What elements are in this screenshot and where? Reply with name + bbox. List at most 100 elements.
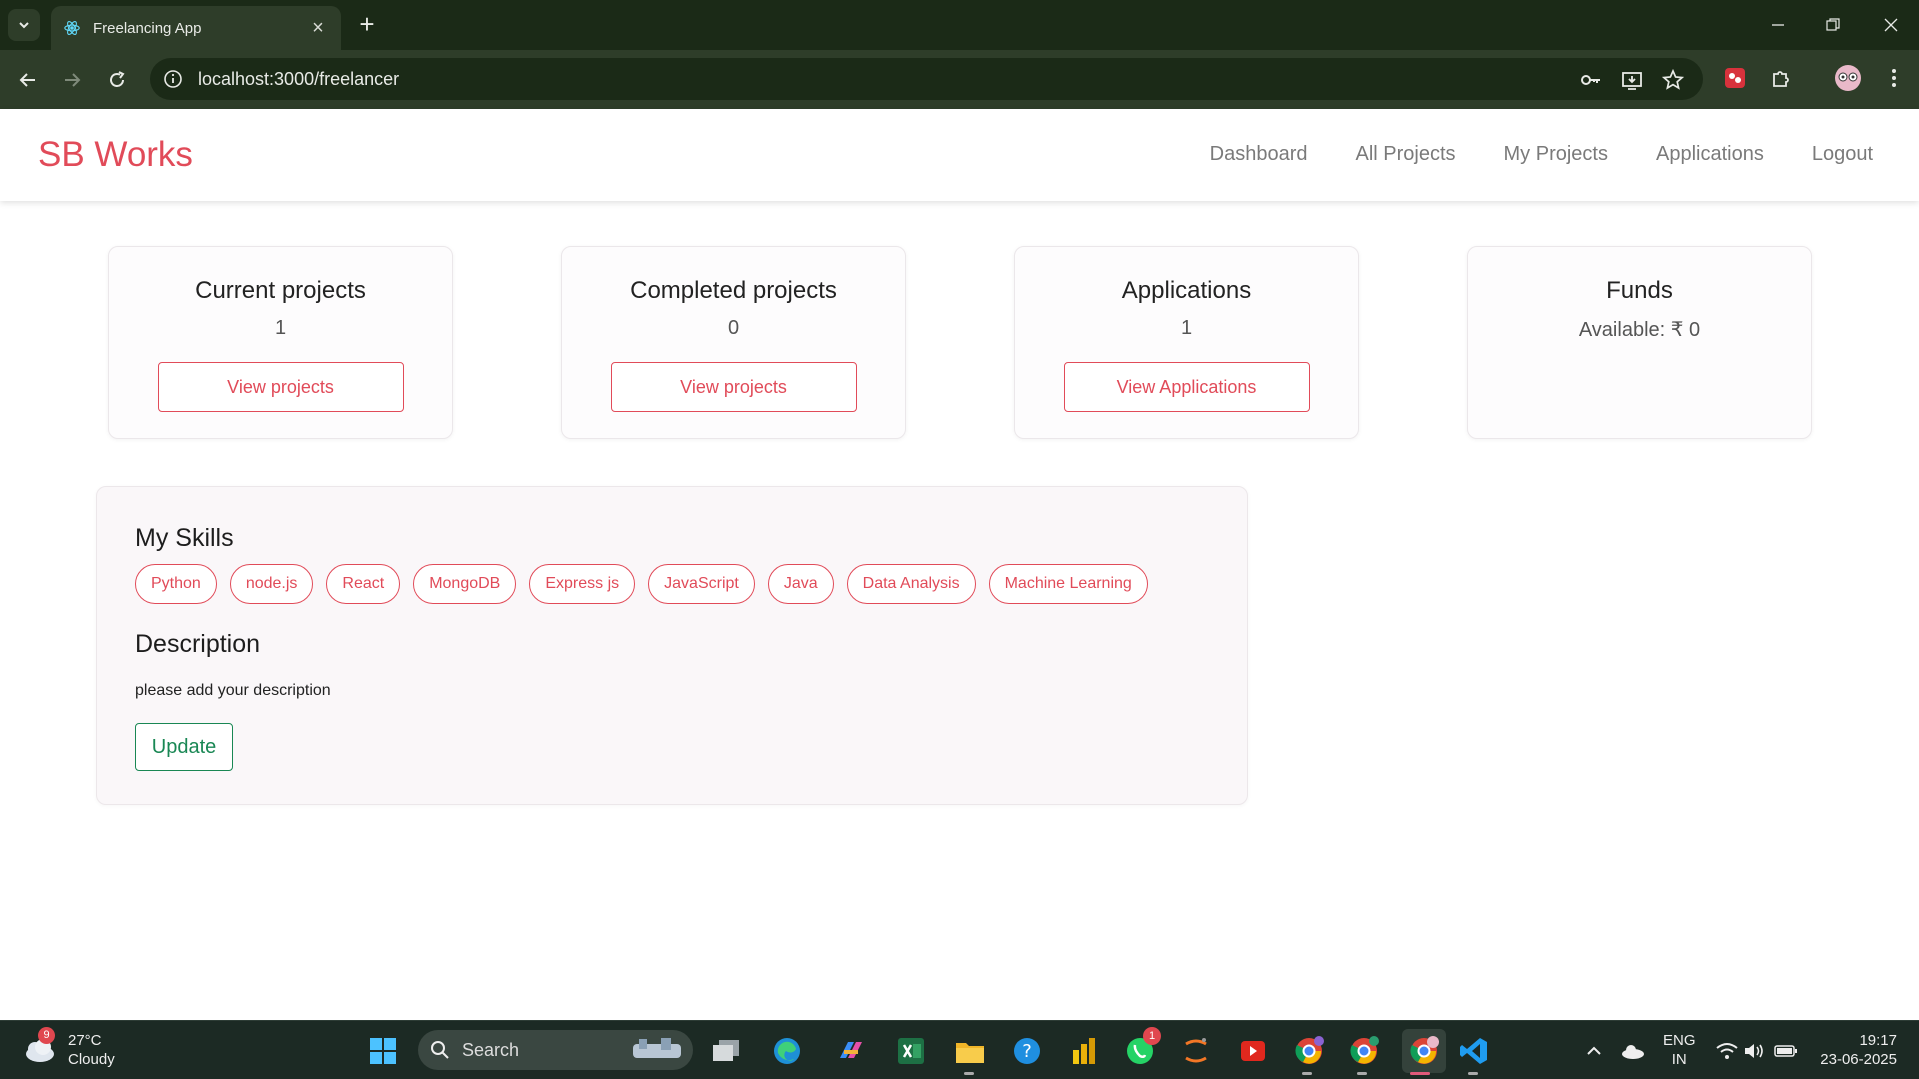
chrome-profile-2-icon[interactable]: [1347, 1034, 1381, 1068]
description-text: please add your description: [135, 682, 331, 699]
nav-all-projects[interactable]: All Projects: [1355, 143, 1455, 166]
weather-temp: 27°C: [68, 1032, 102, 1049]
region-code: IN: [1671, 1051, 1687, 1068]
help-icon[interactable]: ?: [1010, 1034, 1044, 1068]
update-button[interactable]: Update: [135, 723, 233, 771]
card-title: Funds: [1606, 277, 1673, 304]
current-projects-card: Current projects 1 View projects: [108, 246, 453, 439]
card-title: Applications: [1121, 277, 1252, 304]
volume-icon[interactable]: [1737, 1034, 1771, 1068]
applications-card: Applications 1 View Applications: [1014, 246, 1359, 439]
card-title: Completed projects: [630, 277, 837, 304]
weather-desc: Cloudy: [68, 1051, 115, 1068]
browser-menu-icon[interactable]: [1879, 63, 1909, 93]
bookmark-star-icon[interactable]: [1660, 67, 1686, 93]
weather-notification-badge: 9: [38, 1027, 55, 1044]
windows-start-icon[interactable]: [366, 1034, 400, 1068]
excel-icon[interactable]: [894, 1034, 928, 1068]
search-label: Search: [462, 1039, 520, 1060]
description-heading: Description: [135, 630, 261, 658]
close-window-icon[interactable]: [1871, 8, 1911, 42]
skills-heading: My Skills: [135, 524, 234, 552]
search-icon: [431, 1041, 449, 1059]
skill-chip: Python: [135, 564, 217, 604]
nav-dashboard[interactable]: Dashboard: [1210, 143, 1308, 166]
language-indicator[interactable]: ENG IN: [1663, 1031, 1696, 1069]
react-favicon-icon: [64, 21, 80, 35]
nav-my-projects[interactable]: My Projects: [1504, 143, 1608, 166]
vscode-icon[interactable]: [1457, 1034, 1491, 1068]
battery-icon[interactable]: [1769, 1034, 1803, 1068]
skill-chip: Java: [767, 564, 834, 604]
media-player-icon[interactable]: [1236, 1034, 1270, 1068]
skill-chip: Express js: [529, 564, 636, 604]
file-explorer-icon[interactable]: [953, 1034, 987, 1068]
svg-text:?: ?: [1022, 1041, 1032, 1062]
show-hidden-icons-chevron-icon[interactable]: [1577, 1034, 1611, 1068]
url-text: localhost:3000/freelancer: [198, 68, 400, 89]
reload-icon[interactable]: [101, 64, 133, 96]
nav-links: Dashboard All Projects My Projects Appli…: [1210, 143, 1873, 166]
clock-date: 23-06-2025: [1820, 1051, 1897, 1068]
extensions-puzzle-icon[interactable]: [1766, 63, 1796, 93]
card-count: 1: [274, 317, 287, 339]
minimize-icon[interactable]: [1758, 8, 1798, 42]
new-tab-icon[interactable]: +: [352, 10, 382, 40]
onedrive-cloud-icon[interactable]: [1616, 1034, 1650, 1068]
view-completed-projects-button[interactable]: View projects: [610, 362, 857, 412]
browser-tab[interactable]: Freelancing App ×: [51, 6, 341, 50]
skill-chip: Machine Learning: [988, 564, 1148, 604]
card-count: 1: [1180, 317, 1193, 339]
forward-icon[interactable]: [56, 64, 88, 96]
system-clock[interactable]: 19:17 23-06-2025: [1820, 1031, 1897, 1069]
tab-close-icon[interactable]: ×: [307, 17, 329, 40]
running-indicator: [1357, 1072, 1367, 1075]
tab-title: Freelancing App: [93, 19, 202, 37]
running-indicator: [1302, 1072, 1312, 1075]
password-key-icon[interactable]: [1578, 67, 1604, 93]
browser-toolbar: localhost:3000/freelancer: [0, 50, 1919, 109]
card-title: Current projects: [195, 277, 366, 304]
app-navbar: SB Works Dashboard All Projects My Proje…: [0, 109, 1919, 201]
view-applications-button[interactable]: View Applications: [1063, 362, 1310, 412]
task-view-icon[interactable]: [709, 1034, 743, 1068]
jupyter-icon[interactable]: [1179, 1034, 1213, 1068]
browser-tab-bar: Freelancing App × +: [0, 0, 1919, 50]
skills-list: Python node.js React MongoDB Express js …: [135, 564, 1148, 604]
extension-red-icon[interactable]: [1720, 63, 1750, 93]
restore-icon[interactable]: [1813, 8, 1853, 42]
search-highlight-icon: [633, 1038, 681, 1058]
nav-applications[interactable]: Applications: [1656, 143, 1764, 166]
windows-taskbar: 27°C Cloudy 9 Search ? 1 ENG IN 19:17 23…: [0, 1020, 1919, 1079]
weather-widget[interactable]: 27°C Cloudy: [22, 1031, 115, 1069]
copilot-icon[interactable]: [834, 1034, 868, 1068]
power-bi-icon[interactable]: [1067, 1034, 1101, 1068]
install-app-icon[interactable]: [1619, 67, 1645, 93]
chrome-active-icon[interactable]: [1402, 1029, 1446, 1073]
brand-logo[interactable]: SB Works: [38, 135, 193, 175]
chrome-profile-1-icon[interactable]: [1292, 1034, 1326, 1068]
view-current-projects-button[interactable]: View projects: [157, 362, 404, 412]
edge-browser-icon[interactable]: [770, 1034, 804, 1068]
running-indicator: [964, 1072, 974, 1075]
active-indicator: [1410, 1072, 1430, 1075]
clock-time: 19:17: [1859, 1032, 1897, 1049]
address-bar[interactable]: localhost:3000/freelancer: [150, 58, 1703, 100]
skill-chip: JavaScript: [648, 564, 755, 604]
tab-search-chevron-icon[interactable]: [8, 9, 40, 41]
skill-chip: React: [326, 564, 401, 604]
running-indicator: [1468, 1072, 1478, 1075]
skill-chip: MongoDB: [413, 564, 517, 604]
skill-chip: node.js: [229, 564, 314, 604]
back-icon[interactable]: [12, 64, 44, 96]
language-code: ENG: [1663, 1032, 1696, 1049]
profile-panel: My Skills Python node.js React MongoDB E…: [96, 486, 1248, 805]
card-count: 0: [727, 317, 740, 339]
profile-avatar-icon[interactable]: [1833, 63, 1863, 93]
funds-card: Funds Available: ₹ 0: [1467, 246, 1812, 439]
whatsapp-notification-badge: 1: [1143, 1027, 1161, 1045]
nav-logout[interactable]: Logout: [1812, 143, 1873, 166]
site-info-icon[interactable]: [162, 68, 184, 90]
taskbar-search[interactable]: Search: [418, 1030, 693, 1070]
skill-chip: Data Analysis: [846, 564, 976, 604]
